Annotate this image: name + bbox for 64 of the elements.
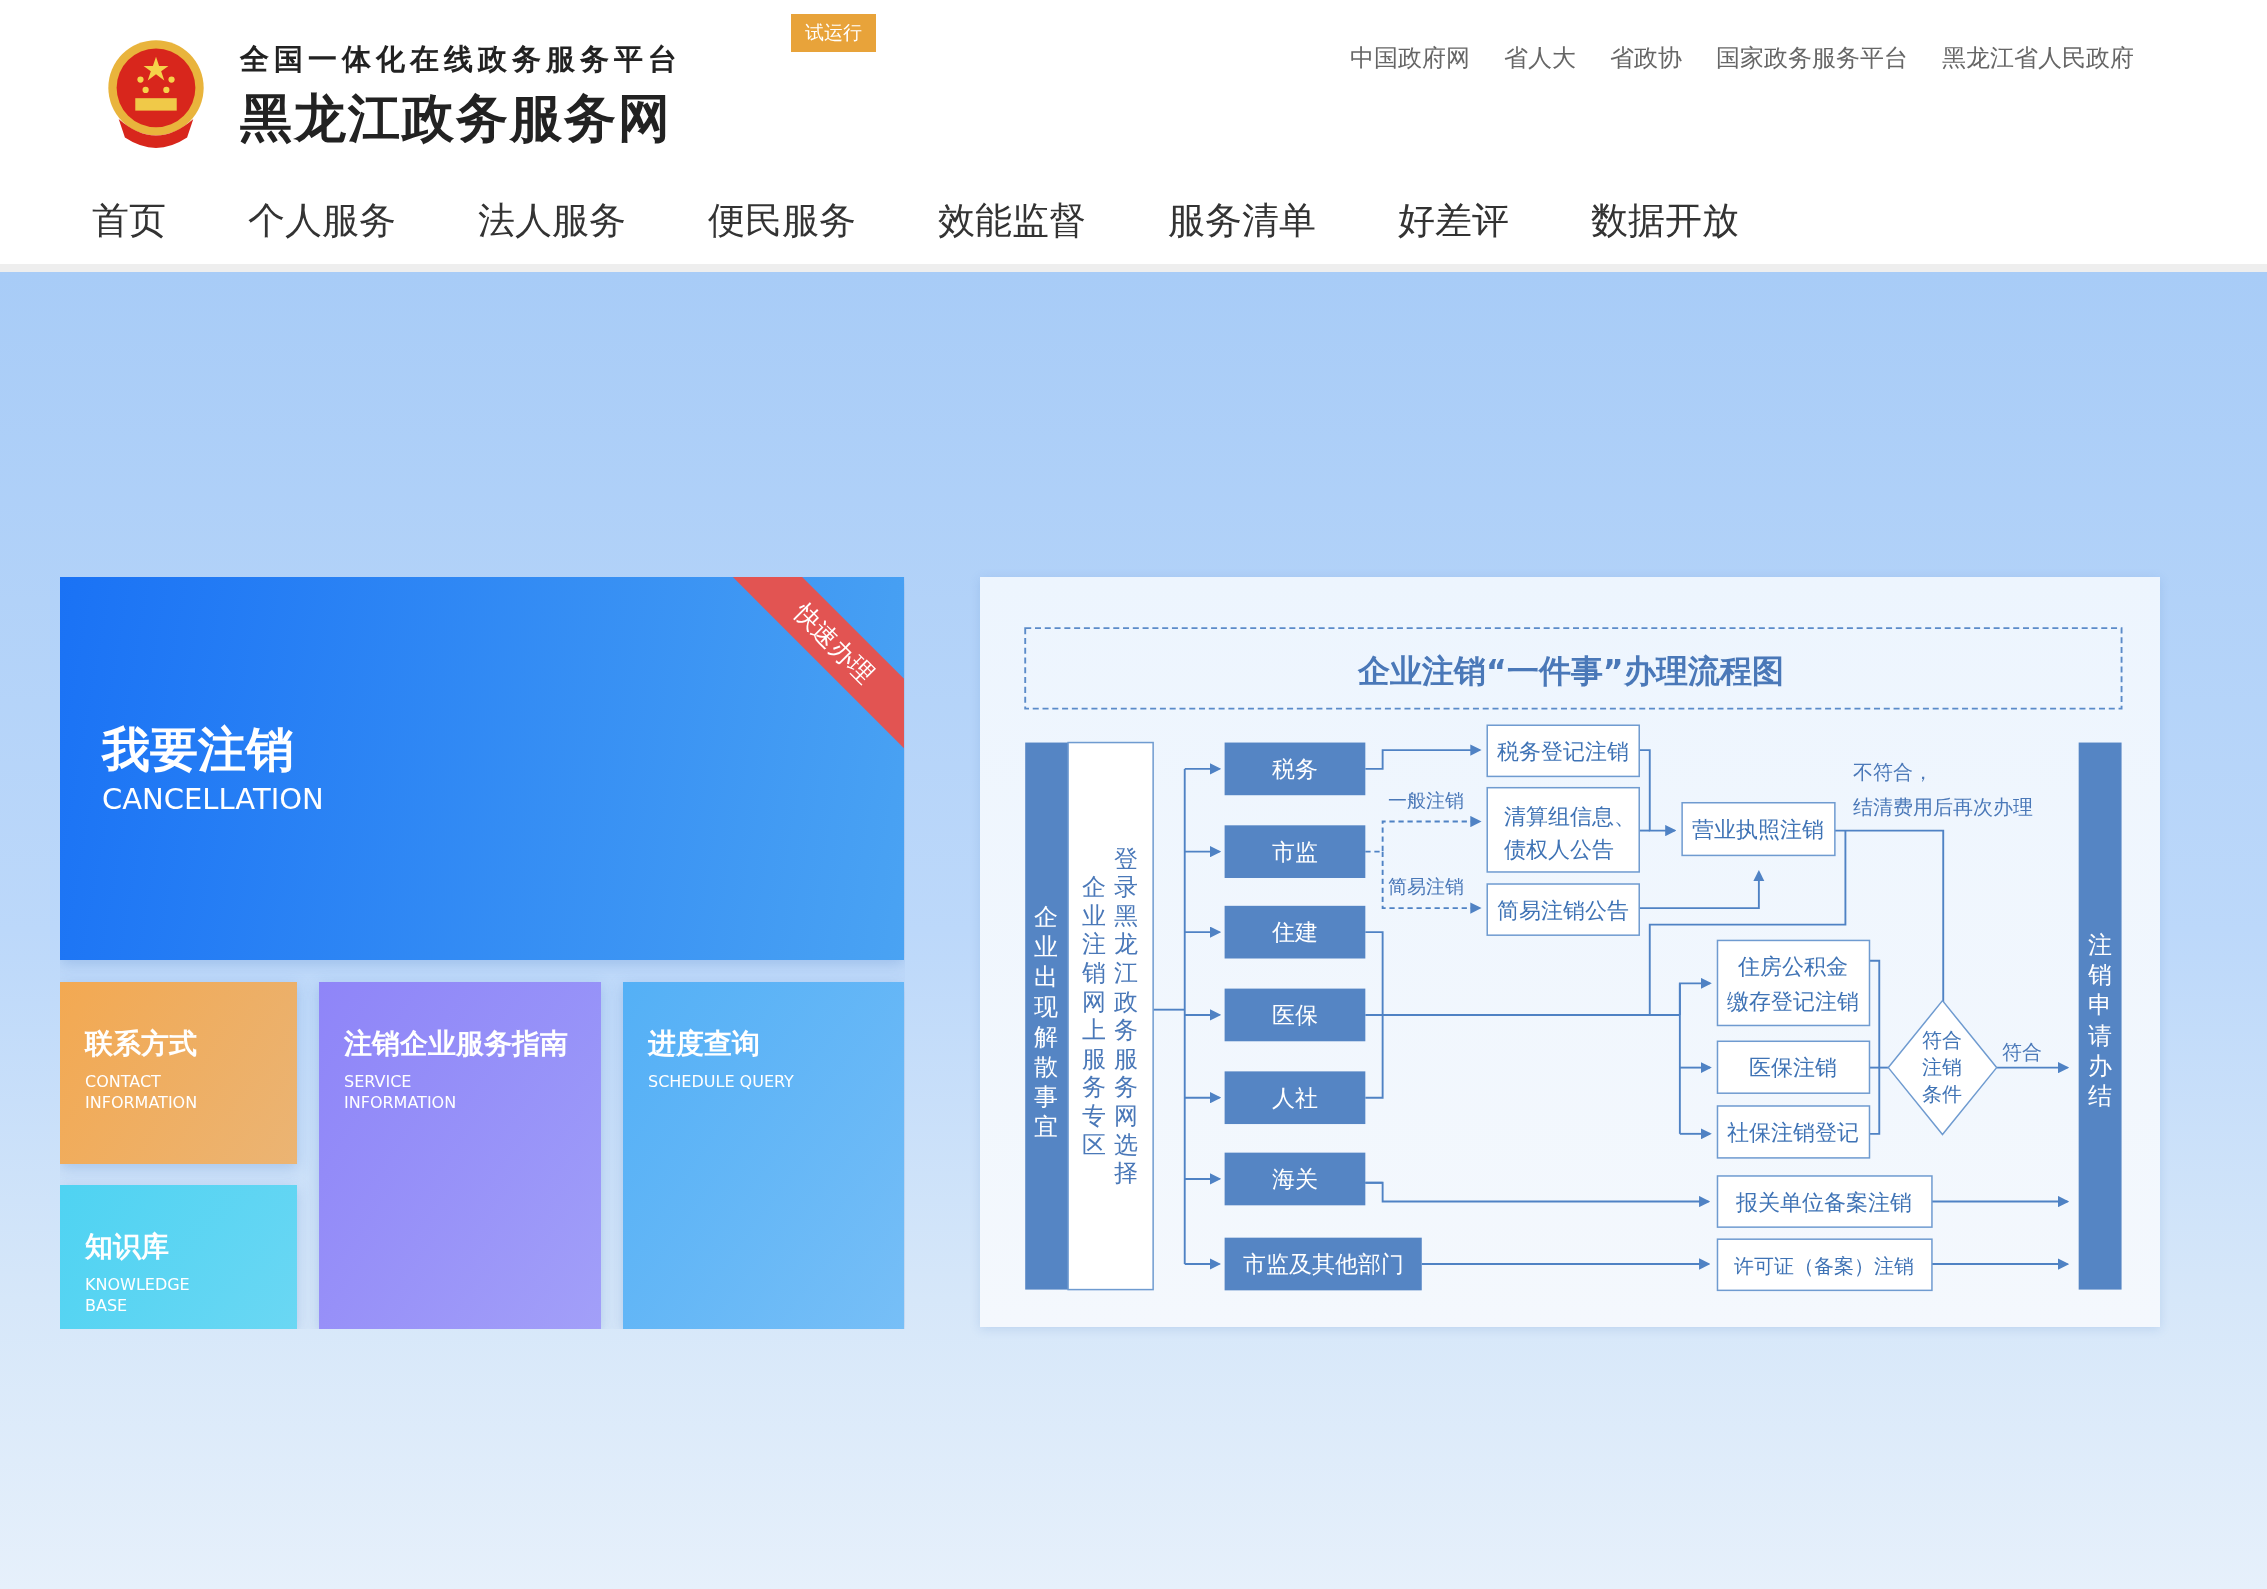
connector-arrow	[1183, 763, 1222, 775]
card-title: 联系方式	[85, 1026, 198, 1062]
service-card[interactable]: 注销企业服务指南 SERVICE INFORMATION	[319, 982, 601, 1329]
header-link[interactable]: 省人大	[1504, 42, 1576, 74]
card-subtitle: CONTACT INFORMATION	[85, 1072, 199, 1114]
department-box: 市监及其他部门	[1224, 1237, 1422, 1291]
process-box: 住房公积金 缴存登记注销	[1716, 939, 1871, 1027]
reject-note: 不符合， 结清费用后再次办理	[1852, 760, 2033, 820]
connector-arrow	[1183, 1173, 1222, 1185]
entry-label: 登录黑龙江政务服务网选择	[1114, 844, 1139, 1188]
department-box: 税务	[1224, 742, 1366, 796]
process-box: 税务登记注销	[1486, 724, 1640, 778]
connector-arrow	[1183, 1009, 1222, 1021]
header-link[interactable]: 省政协	[1610, 42, 1682, 74]
connector-arrow	[1183, 1258, 1222, 1270]
department-box: 医保	[1224, 988, 1366, 1042]
process-box: 许可证（备案）注销	[1716, 1238, 1933, 1292]
card-subtitle: SCHEDULE QUERY	[648, 1072, 795, 1094]
process-box: 社保注销登记	[1716, 1105, 1871, 1159]
nav-item[interactable]: 便民服务	[708, 199, 856, 244]
condition-diamond: 符合 注销 条件	[1887, 999, 1998, 1136]
header-link[interactable]: 黑龙江省人民政府	[1942, 42, 2134, 74]
process-box: 清算组信息、 债权人公告	[1486, 786, 1640, 873]
process-box: 医保注销	[1716, 1040, 1871, 1094]
branch-label: 符合	[2002, 1040, 2043, 1064]
nav-item[interactable]: 好差评	[1398, 199, 1509, 244]
card-title: 注销企业服务指南	[344, 1026, 569, 1062]
connector-arrow	[1183, 926, 1222, 938]
cancellation-card[interactable]: 我要注销 CANCELLATION 快速办理	[60, 577, 904, 960]
nav-item[interactable]: 个人服务	[248, 199, 396, 244]
connector-arrow	[1678, 1061, 1712, 1074]
connector-arrow	[1183, 846, 1222, 858]
nav-item[interactable]: 法人服务	[478, 199, 626, 244]
connector-arrow	[1678, 1128, 1712, 1140]
trial-badge: 试运行	[791, 14, 876, 52]
process-box: 营业执照注销	[1681, 802, 1836, 857]
entry-label: 企业注销网上服务专区	[1082, 873, 1107, 1159]
department-box: 住建	[1224, 905, 1366, 959]
end-label: 注销申请办结	[2087, 931, 2112, 1110]
site-subtitle: 全国一体化在线政务服务平台	[240, 41, 682, 78]
card-subtitle: SERVICE INFORMATION	[344, 1072, 458, 1114]
flowchart-title: 企业注销“一件事”办理流程图	[1358, 653, 1784, 690]
process-box: 报关单位备案注销	[1716, 1175, 1933, 1228]
department-box: 市监	[1224, 825, 1366, 878]
nav-item[interactable]: 数据开放	[1591, 199, 1739, 244]
card-subtitle: CANCELLATION	[102, 782, 325, 817]
connector-arrow	[1678, 977, 1712, 1016]
nav-item[interactable]: 效能监督	[938, 199, 1086, 244]
branch-label: 一般注销	[1388, 789, 1465, 811]
process-box: 简易注销公告	[1486, 883, 1640, 936]
card-title: 知识库	[85, 1229, 170, 1265]
card-subtitle: KNOWLEDGE BASE	[85, 1275, 191, 1317]
site-title: 黑龙江政务服务网	[240, 87, 673, 150]
branch-label: 简易注销	[1388, 876, 1465, 898]
header-link[interactable]: 国家政务服务平台	[1716, 42, 1908, 74]
nav-item[interactable]: 服务清单	[1168, 199, 1316, 244]
connector-arrow	[1183, 1092, 1222, 1104]
header-link[interactable]: 中国政府网	[1350, 42, 1470, 74]
department-box: 人社	[1224, 1071, 1366, 1125]
start-label: 企业出现解散事宜	[1034, 902, 1059, 1142]
nav-item[interactable]: 首页	[92, 199, 166, 244]
card-title: 我要注销	[102, 720, 295, 779]
card-title: 进度查询	[648, 1026, 761, 1062]
department-box: 海关	[1224, 1152, 1366, 1206]
